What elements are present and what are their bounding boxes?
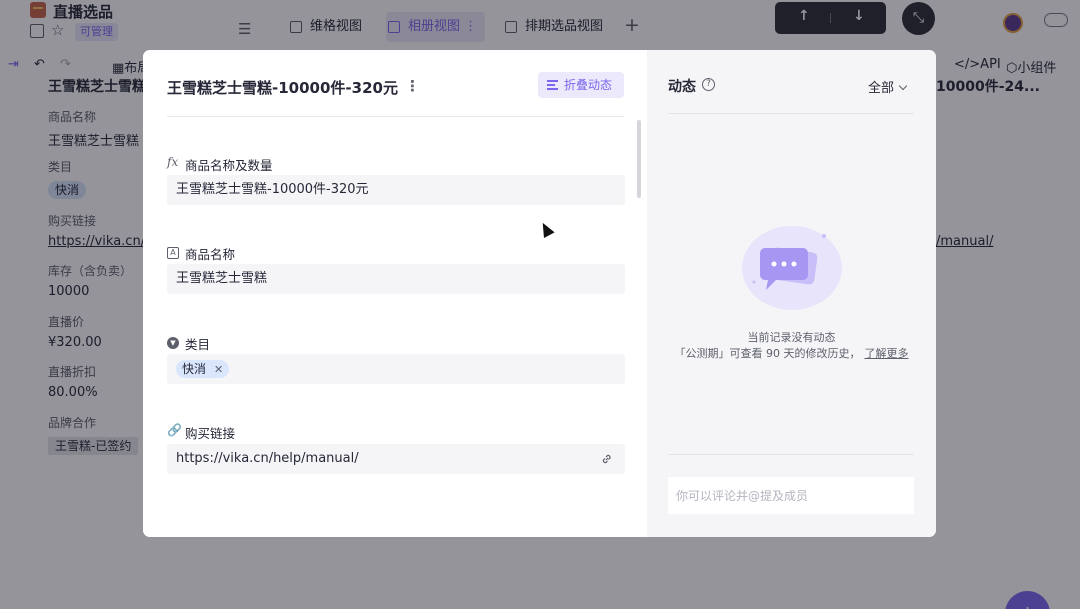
empty-state-hint: 「公测期」可查看 90 天的修改历史， 了解更多 bbox=[674, 347, 909, 360]
fold-activity-button[interactable]: 折叠动态 bbox=[538, 72, 624, 98]
record-panel: 王雪糕芝士雪糕-10000件-320元 ⋮ 折叠动态 fx 商品名称及数量 王雪… bbox=[143, 50, 647, 537]
activity-title: 动态 bbox=[668, 79, 696, 95]
url-field[interactable]: https://vika.cn/help/manual/ bbox=[167, 444, 625, 474]
activity-filter-select[interactable]: 全部 bbox=[868, 77, 908, 96]
option-chip[interactable]: 快消 ✕ bbox=[176, 360, 230, 378]
field-label: A 商品名称 bbox=[167, 244, 235, 263]
learn-more-link[interactable]: 了解更多 bbox=[865, 347, 909, 360]
formula-icon: fx bbox=[167, 155, 179, 169]
help-icon[interactable]: ? bbox=[702, 78, 715, 91]
divider bbox=[167, 116, 624, 117]
scrollbar[interactable] bbox=[637, 120, 641, 198]
text-field[interactable]: 王雪糕芝士雪糕 bbox=[167, 264, 625, 294]
formula-field[interactable]: 王雪糕芝士雪糕-10000件-320元 bbox=[167, 175, 625, 205]
fold-icon bbox=[547, 80, 558, 90]
divider bbox=[668, 454, 914, 455]
activity-panel: 动态 ? 全部 当前记录没有动态 「公测期」可查看 90 天的修改历史， 了解更多 bbox=[647, 50, 936, 537]
divider bbox=[668, 113, 914, 114]
select-field[interactable]: 快消 ✕ bbox=[167, 354, 625, 384]
empty-activity-illustration bbox=[742, 226, 842, 310]
record-title: 王雪糕芝士雪糕-10000件-320元 bbox=[167, 79, 398, 97]
record-expand-modal: 王雪糕芝士雪糕-10000件-320元 ⋮ 折叠动态 fx 商品名称及数量 王雪… bbox=[143, 50, 936, 537]
field-label: fx 商品名称及数量 bbox=[167, 155, 273, 173]
field-label: 🔗 购买链接 bbox=[167, 423, 236, 441]
open-link-icon[interactable] bbox=[601, 453, 613, 465]
field-label: ▼ 类目 bbox=[167, 334, 210, 353]
single-select-icon: ▼ bbox=[167, 337, 179, 349]
text-field-icon: A bbox=[167, 247, 179, 259]
remove-option-icon[interactable]: ✕ bbox=[214, 363, 223, 376]
more-icon[interactable]: ⋮ bbox=[405, 77, 420, 95]
empty-state-text: 当前记录没有动态 bbox=[747, 331, 836, 344]
comment-input[interactable] bbox=[668, 477, 914, 514]
chevron-down-icon bbox=[898, 81, 908, 91]
link-icon: 🔗 bbox=[167, 423, 182, 437]
